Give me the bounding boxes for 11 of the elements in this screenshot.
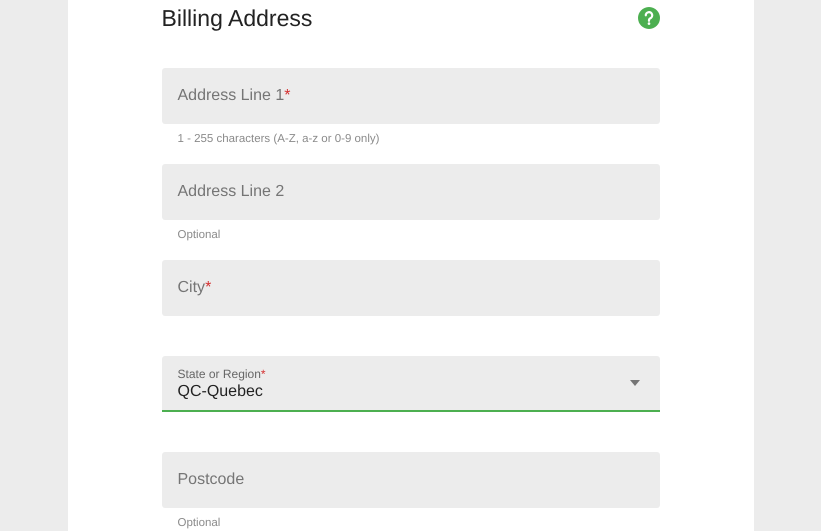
help-icon[interactable] <box>638 7 660 29</box>
select-field[interactable]: State or Region* QC-Quebec <box>162 356 660 412</box>
input-field[interactable]: Address Line 2 <box>162 164 660 220</box>
caret-icon <box>630 380 640 386</box>
helper-text: 1 - 255 characters (A-Z, a-z or 0-9 only) <box>178 133 380 145</box>
helper-text: Optional <box>178 517 220 529</box>
input-field[interactable]: Address Line 1* <box>162 68 660 124</box>
section-title: Billing Address <box>162 4 312 32</box>
input-field[interactable]: City* <box>162 260 660 316</box>
helper-text: Optional <box>178 229 220 241</box>
input-field[interactable]: Postcode <box>162 452 660 508</box>
